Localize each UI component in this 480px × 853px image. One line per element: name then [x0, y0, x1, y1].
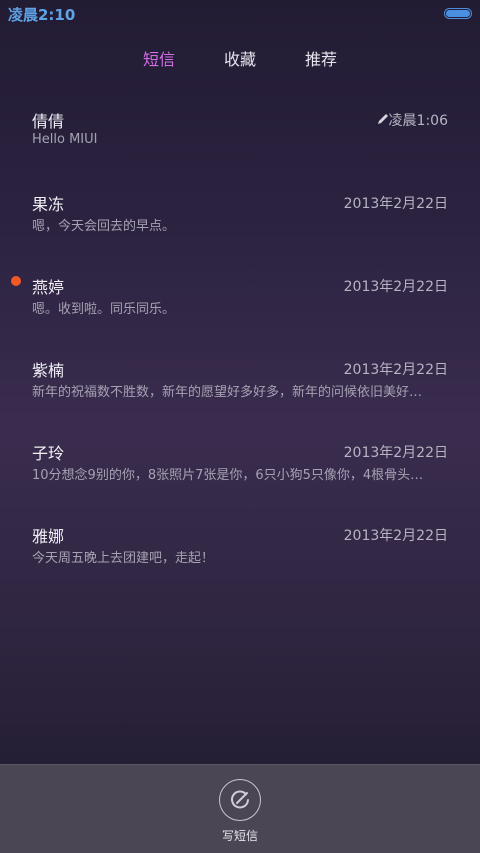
message-preview: Hello MIUI — [32, 132, 98, 147]
conversation-date: 2013年2月22日 — [343, 445, 448, 461]
conversation-date: 2013年2月22日 — [343, 196, 448, 212]
message-preview: 嗯。收到啦。同乐同乐。 — [32, 302, 176, 317]
conversation-list: 倩倩 凌晨1:06 Hello MIUI 果冻 2013年2月22日 嗯，今天会… — [0, 94, 480, 592]
conversation-date: 2013年2月22日 — [343, 528, 448, 544]
tab-bar: 短信 收藏 推荐 — [0, 46, 480, 70]
conversation-row[interactable]: 燕婷 2013年2月22日 嗯。收到啦。同乐同乐。 — [0, 260, 480, 343]
message-preview: 今天周五晚上去团建吧，走起！ — [32, 551, 215, 566]
contact-name: 燕婷 — [32, 278, 65, 297]
message-preview: 10分想念9别的你，8张照片7张是你，6只小狗5只像你，4根骨头… — [32, 468, 424, 483]
conversation-row[interactable]: 果冻 2013年2月22日 嗯，今天会回去的早点。 — [0, 177, 480, 260]
battery-icon — [444, 8, 472, 19]
status-bar: 凌晨2:10 — [0, 0, 480, 26]
contact-name: 倩倩 — [32, 112, 65, 131]
contact-name: 果冻 — [32, 195, 65, 214]
conversation-date: 2013年2月22日 — [343, 279, 448, 295]
conversation-row[interactable]: 子玲 2013年2月22日 10分想念9别的你，8张照片7张是你，6只小狗5只像… — [0, 426, 480, 509]
bottom-bar: 写短信 — [0, 764, 480, 853]
tab-messages[interactable]: 短信 — [143, 46, 175, 70]
contact-name: 紫楠 — [32, 361, 65, 380]
message-preview: 新年的祝福数不胜数，新年的愿望好多好多，新年的问候依旧美好… — [32, 385, 423, 400]
tab-favorites[interactable]: 收藏 — [224, 46, 256, 70]
conversation-row[interactable]: 紫楠 2013年2月22日 新年的祝福数不胜数，新年的愿望好多好多，新年的问候依… — [0, 343, 480, 426]
tab-recommended[interactable]: 推荐 — [305, 46, 337, 70]
conversation-row[interactable]: 倩倩 凌晨1:06 Hello MIUI — [0, 94, 480, 177]
conversation-time: 凌晨1:06 — [388, 113, 448, 129]
contact-name: 子玲 — [32, 444, 65, 463]
status-time: 凌晨2:10 — [8, 6, 76, 24]
conversation-date: 2013年2月22日 — [343, 362, 448, 378]
compose-label: 写短信 — [221, 829, 258, 843]
conversation-row[interactable]: 雅娜 2013年2月22日 今天周五晚上去团建吧，走起！ — [0, 509, 480, 592]
unread-dot-icon — [11, 276, 21, 286]
compose-button[interactable] — [219, 779, 261, 821]
compose-icon — [231, 790, 249, 809]
contact-name: 雅娜 — [32, 527, 65, 546]
message-preview: 嗯，今天会回去的早点。 — [32, 219, 176, 234]
